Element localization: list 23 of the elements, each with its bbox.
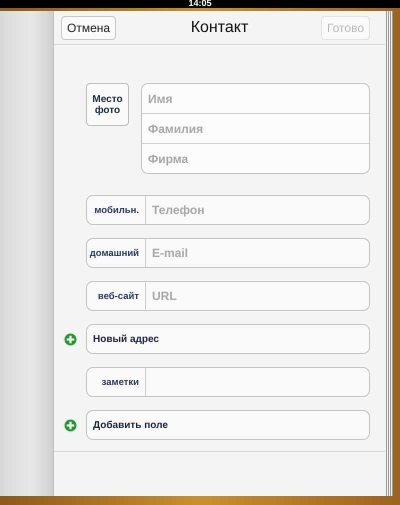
add-row-button[interactable]: Добавить поле <box>86 410 370 440</box>
input-field[interactable]: Фамилия <box>142 114 369 143</box>
input-field[interactable]: E-mail <box>146 239 369 267</box>
field-label[interactable]: заметки <box>87 376 145 388</box>
status-time: 14:05 <box>188 0 212 8</box>
input-field[interactable]: URL <box>146 282 369 310</box>
add-icon[interactable] <box>62 418 78 432</box>
field-label[interactable]: мобильн. <box>87 204 145 216</box>
add-icon[interactable] <box>62 332 78 346</box>
name-field-group[interactable]: Имя Фамилия Фирма <box>141 83 370 174</box>
input-field[interactable]: Телефон <box>146 196 369 224</box>
input-field[interactable]: Фирма <box>142 144 369 173</box>
field-label[interactable]: веб-сайт <box>87 290 145 302</box>
add-row-button[interactable]: Новый адрес <box>86 324 370 354</box>
field-row[interactable]: домашний E-mail <box>86 238 370 268</box>
field-row[interactable]: веб-сайт URL <box>86 281 370 311</box>
input-field[interactable]: Имя <box>142 84 369 113</box>
window-title: Контакт <box>190 18 248 36</box>
field-label[interactable]: домашний <box>87 248 145 258</box>
cancel-button[interactable]: Отмена <box>61 16 116 40</box>
field-row[interactable]: заметки <box>86 367 370 397</box>
photo-button[interactable]: Место фото <box>86 83 129 126</box>
field-row[interactable]: мобильн. Телефон <box>86 195 370 225</box>
